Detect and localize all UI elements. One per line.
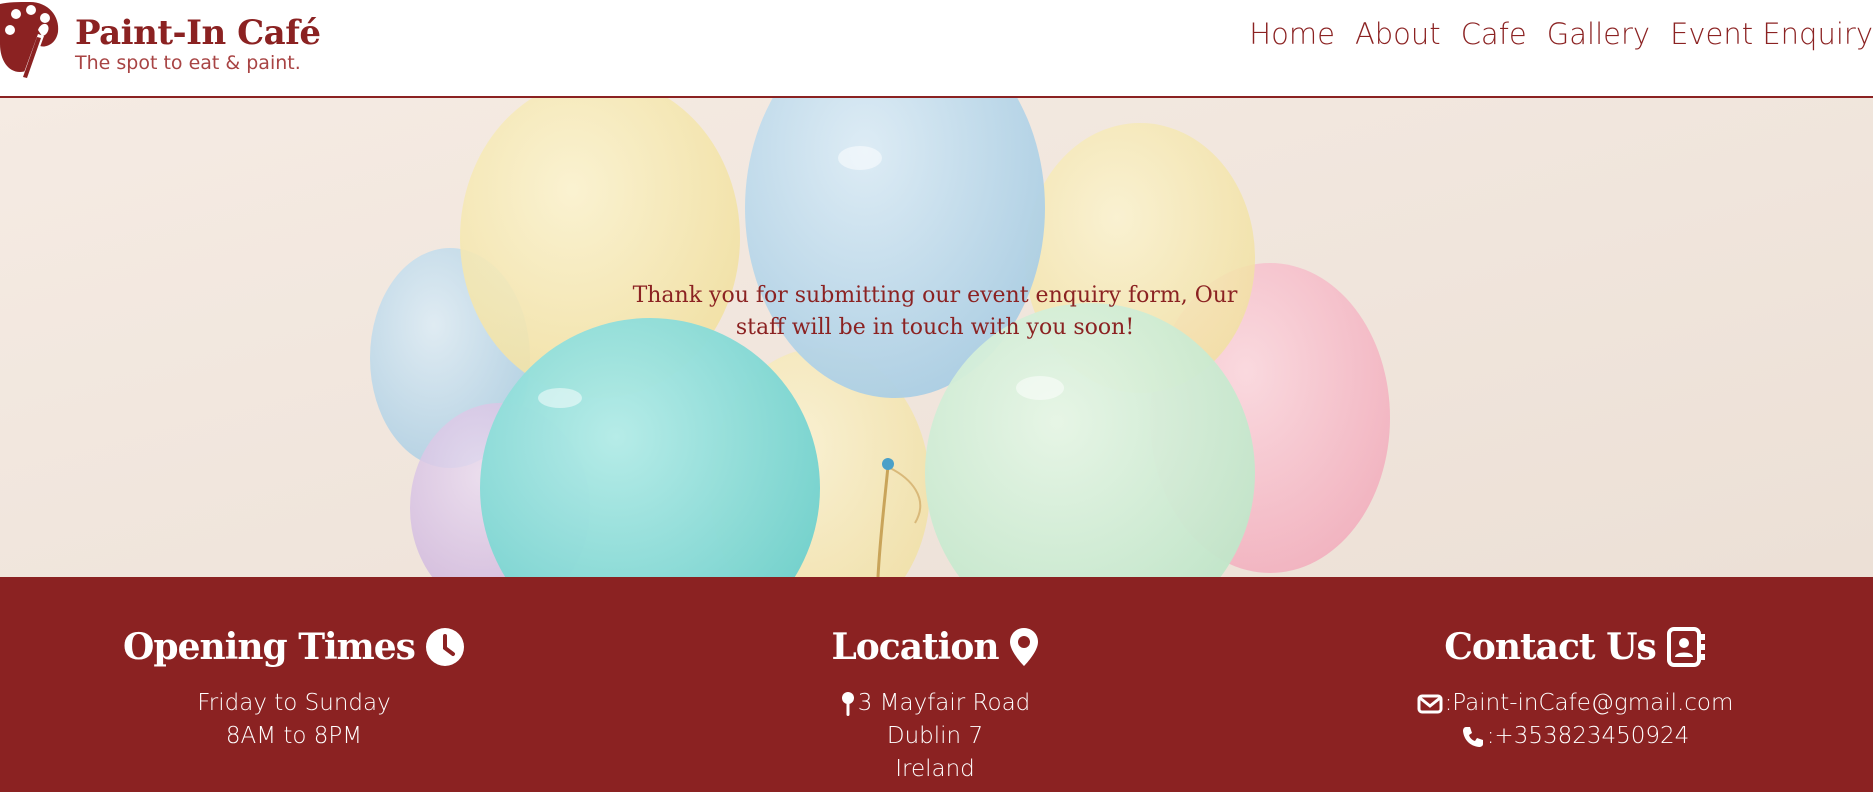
clock-icon xyxy=(425,628,464,666)
brand-name[interactable]: Paint-In Café xyxy=(75,10,321,56)
nav-link-cafe[interactable]: Cafe xyxy=(1461,12,1527,56)
hero-banner: Thank you for submitting our event enqui… xyxy=(0,98,1873,577)
map-marker-icon xyxy=(1009,628,1038,666)
envelope-icon xyxy=(1417,694,1443,713)
contact-section: Contact Us :Paint-inCafe@gmail.com:+353… xyxy=(1295,621,1855,753)
contact-email-line[interactable]: :Paint-inCafe@gmail.com xyxy=(1295,687,1855,720)
map-pin-icon xyxy=(841,691,854,716)
location-heading: Location xyxy=(831,621,1038,673)
confirmation-message-line-2: staff will be in touch with you soon! xyxy=(735,315,1135,340)
opening-times-section: Opening Times Friday to Sunday 8AM to 8P… xyxy=(14,621,574,753)
nav-link-about[interactable]: About xyxy=(1355,12,1441,56)
nav-link-gallery[interactable]: Gallery xyxy=(1547,12,1650,56)
contact-title: Contact Us xyxy=(1444,626,1657,668)
nav-link-event-enquiry[interactable]: Event Enquiry xyxy=(1670,12,1873,56)
opening-times-title: Opening Times xyxy=(123,626,416,668)
confirmation-message: Thank you for submitting our event enqui… xyxy=(600,280,1270,344)
confirmation-message-line-1: Thank you for submitting our event enqui… xyxy=(632,283,1238,308)
contact-email[interactable]: :Paint-inCafe@gmail.com xyxy=(1445,687,1734,720)
site-footer: Opening Times Friday to Sunday 8AM to 8P… xyxy=(0,577,1873,792)
address-book-icon xyxy=(1666,627,1705,667)
opening-hours: 8AM to 8PM xyxy=(225,723,363,749)
address-line-1: 3 Mayfair Road xyxy=(655,687,1215,720)
address-street: 3 Mayfair Road xyxy=(857,690,1031,716)
opening-times-heading: Opening Times xyxy=(123,621,465,673)
palette-logo-icon[interactable] xyxy=(0,0,60,82)
site-header: Paint-In Café The spot to eat & paint. H… xyxy=(0,0,1873,98)
contact-phone[interactable]: :+353823450924 xyxy=(1487,720,1690,753)
phone-icon xyxy=(1462,726,1483,747)
location-title: Location xyxy=(831,626,999,668)
address-line-2: Dublin 7 xyxy=(886,723,984,749)
main-nav: Home About Cafe Gallery Event Enquiry xyxy=(1249,12,1873,56)
contact-phone-line[interactable]: :+353823450924 xyxy=(1295,720,1855,753)
nav-link-home[interactable]: Home xyxy=(1249,12,1335,56)
brand-tagline: The spot to eat & paint. xyxy=(75,52,301,74)
location-section: Location 3 Mayfair Road Dublin 7 Ireland xyxy=(655,621,1215,786)
opening-days: Friday to Sunday xyxy=(197,690,391,716)
address-line-3: Ireland xyxy=(895,756,975,782)
contact-heading: Contact Us xyxy=(1444,621,1706,673)
